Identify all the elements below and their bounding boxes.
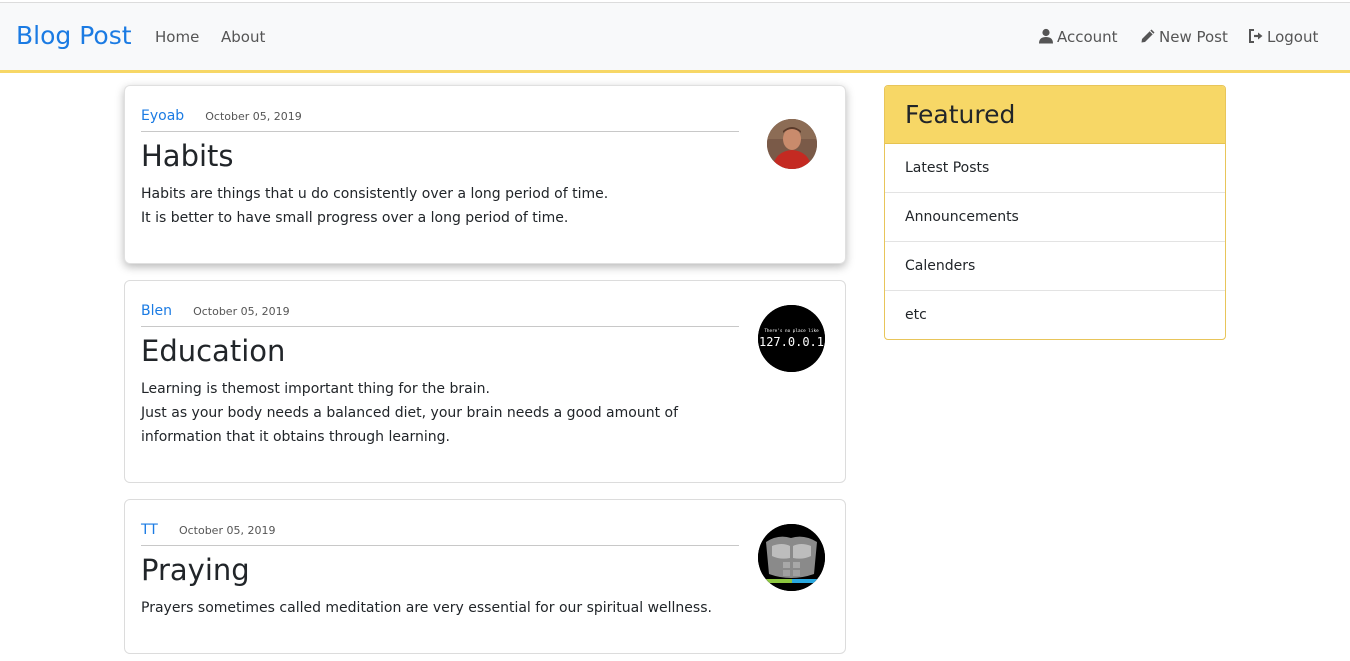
post-card: TT October 05, 2019 Praying Prayers some… [124, 499, 846, 654]
post-date: October 05, 2019 [205, 110, 302, 123]
post-meta: Eyoab October 05, 2019 [141, 105, 302, 124]
post-date: October 05, 2019 [193, 305, 290, 318]
post-title-link[interactable]: Education [141, 333, 285, 369]
post-divider [141, 545, 739, 546]
post-content: Prayers sometimes called meditation are … [141, 596, 731, 620]
post-date: October 05, 2019 [178, 524, 276, 537]
post-title-link[interactable]: Habits [141, 138, 234, 174]
post-content-line: Learning is themost important thing for … [141, 381, 490, 397]
post-title-link[interactable]: Praying [141, 552, 250, 588]
post-meta: TT October 05, 2019 [141, 519, 275, 538]
post-author-link[interactable]: Blen [141, 303, 172, 319]
post-divider [141, 131, 739, 132]
post-content: Habits are things that u do consistently… [141, 182, 731, 230]
featured-item-calenders[interactable]: Calenders [885, 242, 1225, 291]
pencil-icon [1141, 29, 1155, 43]
avatar-small-text: There's no place like [764, 328, 819, 334]
nav-new-post-label: New Post [1159, 28, 1228, 46]
top-navbar: Blog Post Home About Account New Post Lo… [0, 2, 1350, 73]
featured-title: Featured [885, 86, 1225, 144]
post-divider [141, 326, 739, 327]
nav-logout-link[interactable]: Logout [1248, 27, 1318, 47]
featured-item-etc[interactable]: etc [885, 291, 1225, 339]
post-content-line: Just as your body needs a balanced diet,… [141, 405, 678, 445]
post-card: Blen October 05, 2019 Education Learning… [124, 280, 846, 483]
post-meta: Blen October 05, 2019 [141, 300, 290, 319]
author-avatar [758, 524, 825, 591]
featured-item-announcements[interactable]: Announcements [885, 193, 1225, 242]
author-avatar [767, 119, 817, 169]
nav-about-link[interactable]: About [221, 27, 265, 47]
post-author-link[interactable]: Eyoab [141, 108, 184, 124]
nav-logout-label: Logout [1267, 28, 1319, 46]
featured-panel: Featured Latest Posts Announcements Cale… [884, 85, 1226, 340]
nav-new-post-link[interactable]: New Post [1140, 27, 1228, 47]
featured-item-latest-posts[interactable]: Latest Posts [885, 144, 1225, 193]
nav-account-label: Account [1057, 28, 1118, 46]
post-content: Learning is themost important thing for … [141, 377, 731, 449]
post-content-line: Habits are things that u do consistently… [141, 186, 609, 202]
post-author-link[interactable]: TT [141, 522, 158, 538]
post-content-line: Prayers sometimes called meditation are … [141, 600, 712, 616]
author-avatar: There's no place like 127.0.0.1 [758, 305, 825, 372]
nav-account-link[interactable]: Account [1038, 27, 1118, 47]
avatar-big-text: 127.0.0.1 [759, 335, 824, 349]
nav-home-link[interactable]: Home [155, 27, 199, 47]
post-card: Eyoab October 05, 2019 Habits Habits are… [124, 85, 846, 264]
user-icon [1039, 28, 1053, 44]
post-content-line: It is better to have small progress over… [141, 210, 569, 226]
sign-out-icon [1249, 29, 1263, 43]
brand-logo-link[interactable]: Blog Post [16, 19, 132, 53]
